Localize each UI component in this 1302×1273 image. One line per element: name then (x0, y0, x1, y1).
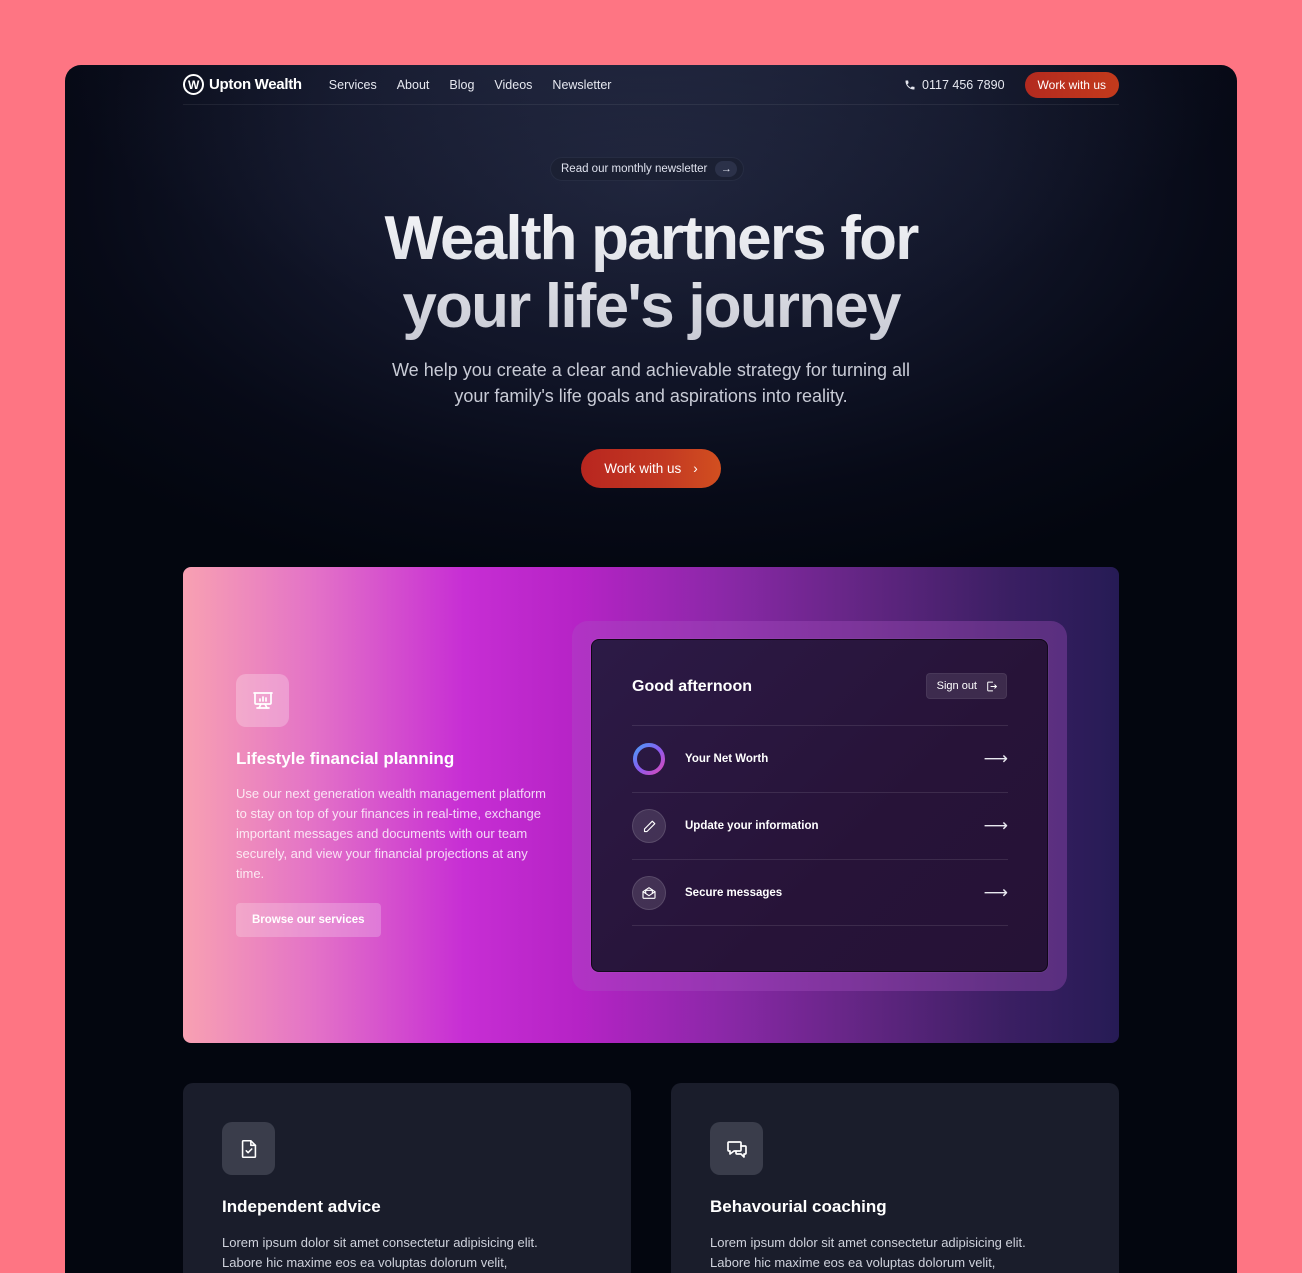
dashboard-list: Your Net Worth ⟶ Update your information… (632, 725, 1008, 926)
document-check-icon (222, 1122, 275, 1175)
card-description-line1: Lorem ipsum dolor sit amet consectetur a… (710, 1235, 1026, 1250)
chat-bubbles-icon (710, 1122, 763, 1175)
nav-link-services[interactable]: Services (329, 78, 377, 92)
feature-panel: Lifestyle financial planning Use our nex… (183, 567, 1119, 1043)
hero-cta-label: Work with us (604, 461, 682, 476)
newsletter-pill[interactable]: Read our monthly newsletter → (550, 157, 745, 181)
nav-right: 0117 456 7890 Work with us (904, 71, 1119, 98)
nav-link-videos[interactable]: Videos (494, 78, 532, 92)
arrow-right-icon: ⟶ (983, 749, 1008, 768)
hero-subtitle-line2: your family's life goals and aspirations… (454, 386, 848, 406)
browse-services-button[interactable]: Browse our services (236, 903, 381, 937)
phone-icon (905, 80, 915, 89)
dashboard-row-update-info[interactable]: Update your information ⟶ (632, 792, 1008, 859)
arrow-right-icon: ⟶ (983, 816, 1008, 835)
chevron-right-icon: › (693, 461, 698, 476)
pencil-icon (632, 809, 666, 843)
hero-work-with-us-button[interactable]: Work with us › (581, 449, 721, 488)
hero-title-line2: your life's journey (402, 272, 900, 341)
newsletter-pill-label: Read our monthly newsletter (561, 163, 708, 175)
card-description-line1: Lorem ipsum dolor sit amet consectetur a… (222, 1235, 538, 1250)
feature-description: Use our next generation wealth managemen… (236, 786, 547, 881)
dashboard-row-secure-messages[interactable]: Secure messages ⟶ (632, 859, 1008, 926)
feature-title: Lifestyle financial planning (236, 749, 455, 768)
card-independent-advice: Independent advice Lorem ipsum dolor sit… (183, 1083, 631, 1273)
card-description-line2: Labore hic maxime eos ea voluptas doloru… (222, 1255, 508, 1270)
sign-out-icon (987, 681, 997, 691)
hero-title-line1: Wealth partners for (384, 204, 918, 273)
card-title: Behavourial coaching (710, 1197, 887, 1216)
dashboard-greeting: Good afternoon (632, 678, 752, 695)
brand-name: Upton Wealth (209, 76, 302, 93)
sign-out-button[interactable]: Sign out (925, 673, 1007, 699)
nav-link-blog[interactable]: Blog (449, 78, 474, 92)
brand-mark-icon: W (183, 74, 204, 95)
hero-subtitle-line1: We help you create a clear and achievabl… (392, 360, 910, 380)
card-description-line2: Labore hic maxime eos ea voluptas doloru… (710, 1255, 996, 1270)
card-description: Lorem ipsum dolor sit amet consectetur a… (222, 1233, 602, 1273)
top-nav: W Upton Wealth Services About Blog Video… (183, 65, 1119, 105)
card-description: Lorem ipsum dolor sit amet consectetur a… (710, 1233, 1090, 1273)
card-title: Independent advice (222, 1197, 381, 1216)
arrow-right-icon: → (715, 161, 738, 177)
arrow-right-icon: ⟶ (983, 882, 1008, 902)
nav-work-with-us-button[interactable]: Work with us (1024, 71, 1119, 98)
phone-link[interactable]: 0117 456 7890 (904, 78, 1005, 92)
phone-number: 0117 456 7890 (922, 77, 1005, 92)
dashboard-row-label: Update your information (685, 820, 819, 832)
presentation-chart-icon (236, 674, 289, 727)
site-frame: W Upton Wealth Services About Blog Video… (65, 65, 1237, 1273)
dashboard-row-label: Secure messages (685, 886, 783, 899)
brand-logo[interactable]: W Upton Wealth (183, 74, 302, 95)
envelope-open-icon (632, 875, 666, 910)
nav-link-newsletter[interactable]: Newsletter (552, 78, 611, 92)
sign-out-label: Sign out (936, 680, 977, 692)
dashboard-row-label: Your Net Worth (685, 753, 769, 765)
dashboard-card: Good afternoon Sign out Your Net Worth ⟶… (591, 639, 1048, 972)
dashboard-row-net-worth[interactable]: Your Net Worth ⟶ (632, 725, 1008, 792)
nav-links: Services About Blog Videos Newsletter (329, 78, 612, 92)
progress-ring-icon (632, 742, 666, 776)
hero-subtitle: We help you create a clear and achievabl… (351, 357, 951, 409)
card-behavioural-coaching: Behavourial coaching Lorem ipsum dolor s… (671, 1083, 1119, 1273)
nav-link-about[interactable]: About (397, 78, 430, 92)
hero-title: Wealth partners for your life's journey (65, 205, 1237, 341)
